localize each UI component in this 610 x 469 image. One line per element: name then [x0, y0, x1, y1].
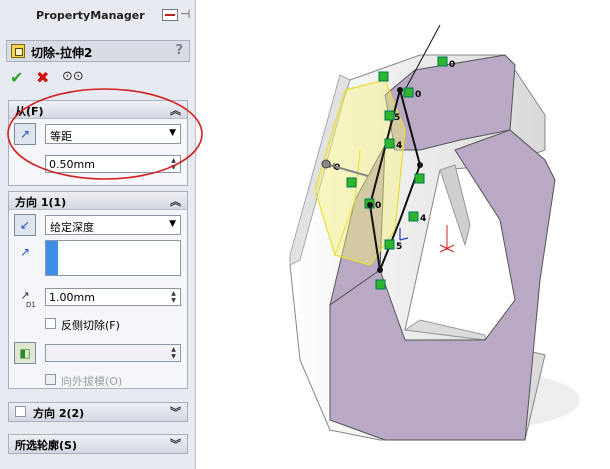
relation-label: 0: [415, 90, 421, 100]
relation-label: 5: [394, 113, 400, 123]
collapse-icon[interactable]: ︽: [170, 193, 181, 209]
selection-indicator: [46, 241, 58, 275]
relation-label: 0: [449, 60, 455, 70]
direction2-group-header[interactable]: 方向 2(2) ︾: [9, 403, 187, 421]
draft-outward-label: 向外拔模(O): [61, 375, 123, 388]
relation-icon: [384, 110, 395, 121]
relation-label: 4: [396, 141, 402, 151]
direction1-group-header[interactable]: 方向 1(1) ︽: [9, 192, 187, 210]
cancel-button[interactable]: ✖: [36, 68, 49, 87]
relation-icon: [384, 138, 395, 149]
selected-contours-header[interactable]: 所选轮廓(S) ︾: [9, 435, 187, 453]
expand-icon[interactable]: ︾: [170, 404, 181, 420]
direction-selection-box[interactable]: [45, 240, 181, 276]
ok-button[interactable]: ✔: [10, 68, 23, 87]
relation-icon: [414, 173, 425, 184]
feature-title-bar: 切除-拉伸2 ?: [6, 40, 190, 62]
end-condition-value: 给定深度: [50, 221, 94, 234]
annotation-red-ellipse: [7, 88, 203, 180]
depth-value: 1.00mm: [49, 291, 95, 304]
cut-extrude-icon: [11, 44, 25, 58]
direction-vector-icon: ↗: [19, 245, 31, 259]
pin-icon[interactable]: ⊣: [180, 7, 190, 21]
feature-name: 切除-拉伸2: [31, 46, 93, 60]
end-condition-select[interactable]: 给定深度 ▼: [45, 215, 181, 235]
relation-icon: [346, 177, 357, 188]
sketch-point: [417, 162, 423, 168]
draft-outward-checkbox: [45, 374, 56, 385]
selected-contours-group[interactable]: 所选轮廓(S) ︾: [8, 434, 188, 454]
panel-options-icon[interactable]: [162, 9, 178, 21]
depth-prefix: D1: [26, 301, 36, 309]
flip-side-label: 反侧切除(F): [61, 319, 120, 332]
direction1-group-label: 方向 1(1): [15, 196, 67, 209]
relation-icon: [437, 56, 448, 67]
draft-angle-input: ▲ ▼: [45, 344, 181, 362]
reverse-direction-icon[interactable]: ↙: [14, 214, 36, 236]
flip-side-checkbox[interactable]: [45, 318, 56, 329]
direction2-label: 方向 2(2): [33, 407, 85, 420]
sketch-point: [397, 87, 403, 93]
graphics-viewport[interactable]: 0 0 5 4 0 4 5 0: [196, 0, 610, 469]
spin-arrows-icon: ▲ ▼: [171, 346, 176, 360]
inner-face: [439, 164, 471, 247]
panel-header: PropertyManager ⊣: [4, 6, 192, 26]
depth-input[interactable]: 1.00mm ▲ ▼: [45, 288, 181, 306]
depth-icon: D1 ↗: [14, 286, 36, 309]
spin-arrows-icon[interactable]: ▲ ▼: [168, 290, 179, 304]
relation-label: 5: [396, 242, 402, 252]
selected-contours-label: 所选轮廓(S): [15, 439, 77, 452]
relation-icon: [375, 279, 386, 290]
help-icon[interactable]: ?: [175, 43, 183, 58]
chevron-down-icon: ▼: [169, 219, 176, 229]
expand-icon[interactable]: ︾: [170, 436, 181, 452]
direction2-group[interactable]: 方向 2(2) ︾: [8, 402, 188, 422]
relation-icon: [378, 71, 389, 82]
relation-icon: [384, 239, 395, 250]
relation-icon: [403, 87, 414, 98]
relation-label: 0: [375, 201, 381, 211]
draft-icon[interactable]: ◧: [14, 342, 36, 364]
direction1-group: 方向 1(1) ︽ ↙ 给定深度 ▼ ↗ D1 ↗ 1.00mm ▲ ▼ 反侧切除(…: [8, 191, 188, 389]
panel-title: PropertyManager: [36, 9, 145, 22]
detailed-preview-button[interactable]: ⊙⊙: [62, 69, 84, 84]
direction2-checkbox[interactable]: [15, 406, 26, 417]
relation-icon: [408, 211, 419, 222]
sketch-point: [377, 267, 383, 273]
sketch-point: [367, 202, 373, 208]
property-manager-panel: PropertyManager ⊣ 切除-拉伸2 ? ✔ ✖ ⊙⊙ 从(F) ︽…: [0, 0, 196, 469]
relation-label: 4: [420, 214, 426, 224]
